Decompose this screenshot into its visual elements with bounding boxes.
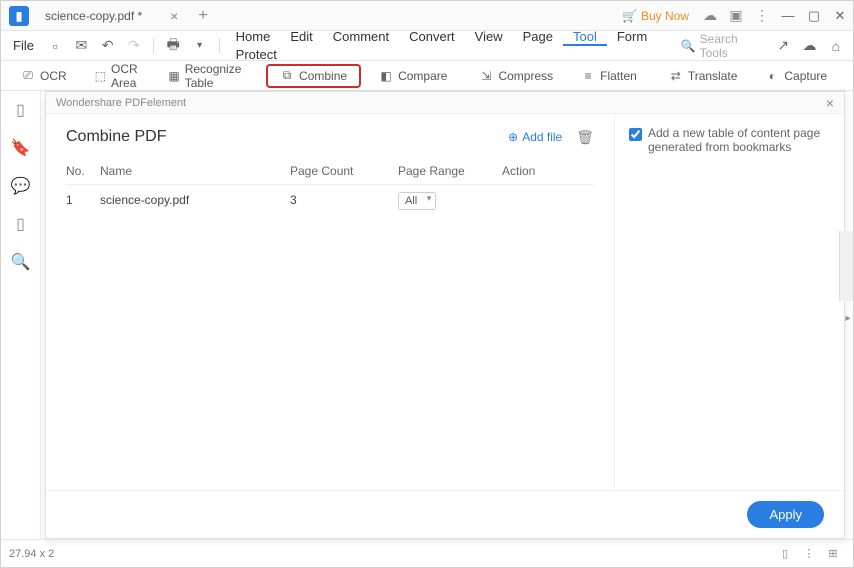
minimize-button[interactable]: — [775, 1, 801, 31]
panel-footer: Apply [46, 490, 844, 538]
toolbar: ⎚OCR ⬚OCR Area ▦Recognize Table ⧉Combine… [1, 61, 853, 91]
menu-tool[interactable]: Tool [563, 29, 607, 46]
workspace: ▯ 🔖 💬 ▯ 🔍 Wondershare PDFelement × Combi… [1, 91, 853, 539]
search-tools[interactable]: 🔍 Search Tools [681, 32, 762, 60]
panel-main: Combine PDF ⊕Add file 🗑 No. Name Page Co… [46, 114, 614, 490]
menu-home[interactable]: Home [226, 29, 281, 44]
print-icon[interactable]: 🖶 [163, 35, 183, 57]
translate-button[interactable]: ⇄Translate [659, 66, 748, 86]
maximize-button[interactable]: ▢ [801, 1, 827, 31]
sidebar: ▯ 🔖 💬 ▯ 🔍 [1, 91, 41, 539]
expand-icon[interactable]: ⌂ [826, 35, 846, 57]
separator [153, 38, 154, 54]
col-action: Action [502, 164, 594, 178]
menu-edit[interactable]: Edit [280, 29, 322, 44]
scrollbar[interactable] [839, 231, 853, 301]
add-tab-icon[interactable]: + [198, 7, 207, 25]
menu-view[interactable]: View [465, 29, 513, 44]
col-page-count: Page Count [290, 164, 398, 178]
menu-form[interactable]: Form [607, 29, 657, 44]
ocr-area-button[interactable]: ⬚OCR Area [85, 59, 151, 93]
flatten-icon: ≡ [581, 69, 595, 83]
ocr-area-icon: ⬚ [95, 69, 106, 83]
panel-header: Wondershare PDFelement × [46, 92, 844, 114]
col-page-range: Page Range [398, 164, 502, 178]
search-placeholder: Search Tools [700, 32, 762, 60]
capture-button[interactable]: ◐Capture [755, 66, 837, 86]
compare-button[interactable]: ◧Compare [369, 66, 457, 86]
combine-button[interactable]: ⧉Combine [266, 64, 361, 88]
cell-page-count: 3 [290, 193, 398, 207]
buy-now-link[interactable]: 🛒Buy Now [622, 9, 689, 23]
titlebar: ▮ science-copy.pdf * × + 🛒Buy Now ☁ ▣ ⋮ … [1, 1, 853, 31]
sync-icon[interactable]: ☁ [701, 7, 719, 25]
mail-icon[interactable]: ✉ [71, 35, 91, 57]
menu-page[interactable]: Page [513, 29, 563, 44]
attachments-icon[interactable]: ▯ [12, 215, 30, 233]
capture-icon: ◐ [765, 69, 779, 83]
thumbnails-icon[interactable]: ▯ [12, 101, 30, 119]
combine-panel: Wondershare PDFelement × Combine PDF ⊕Ad… [45, 91, 845, 539]
cell-no: 1 [66, 193, 100, 207]
share-icon[interactable]: ↗ [773, 35, 793, 57]
kebab-icon[interactable]: ⋮ [753, 7, 771, 25]
cell-name: science-copy.pdf [100, 193, 290, 207]
tab-filename: science-copy.pdf * [45, 9, 142, 23]
col-name: Name [100, 164, 290, 178]
translate-icon: ⇄ [669, 69, 683, 83]
add-file-button[interactable]: ⊕Add file [508, 130, 562, 144]
panel-title: Combine PDF [66, 128, 166, 146]
chevron-down-icon[interactable]: ▾ [189, 35, 209, 57]
cart-icon: 🛒 [622, 9, 637, 23]
comments-icon[interactable]: 💬 [12, 177, 30, 195]
table-row[interactable]: 1 science-copy.pdf 3 All [66, 185, 594, 215]
plus-icon: ⊕ [508, 130, 518, 144]
separator [219, 38, 220, 54]
bookmark-icon[interactable]: 🔖 [12, 139, 30, 157]
menu-comment[interactable]: Comment [323, 29, 399, 44]
cell-action [502, 193, 594, 207]
panel-close-icon[interactable]: × [826, 95, 834, 111]
search-icon: 🔍 [681, 39, 696, 53]
search-side-icon[interactable]: 🔍 [12, 253, 30, 271]
toc-option[interactable]: Add a new table of content page generate… [629, 126, 830, 154]
expand-arrow-icon[interactable]: ▸ [843, 311, 853, 325]
ocr-icon: ⎚ [21, 69, 35, 83]
undo-icon[interactable]: ↶ [98, 35, 118, 57]
batch-button[interactable]: ⊞Ba› [845, 66, 854, 86]
compare-icon: ◧ [379, 69, 393, 83]
compress-icon: ⇲ [479, 69, 493, 83]
page-dimensions: 27.94 x 2 [9, 548, 54, 560]
table-header: No. Name Page Count Page Range Action [66, 158, 594, 185]
recognize-table-button[interactable]: ▦Recognize Table [158, 59, 254, 93]
app-icon: ▮ [9, 6, 29, 26]
menu-convert[interactable]: Convert [399, 29, 465, 44]
menubar: File ▫ ✉ ↶ ↷ 🖶 ▾ HomeEditCommentConvertV… [1, 31, 853, 61]
panel-options: Add a new table of content page generate… [614, 114, 844, 490]
apply-button[interactable]: Apply [747, 501, 824, 528]
notify-icon[interactable]: ▣ [727, 7, 745, 25]
table-icon: ▦ [168, 69, 179, 83]
close-tab-icon[interactable]: × [170, 8, 178, 24]
flatten-button[interactable]: ≡Flatten [571, 66, 647, 86]
redo-icon[interactable]: ↷ [124, 35, 144, 57]
panel-brand: Wondershare PDFelement [56, 97, 186, 109]
trash-icon[interactable]: 🗑 [576, 129, 594, 146]
menu-file[interactable]: File [5, 38, 42, 53]
cloud-icon[interactable]: ☁ [799, 35, 819, 57]
document-tab[interactable]: science-copy.pdf * × [37, 1, 186, 30]
view-grid-icon[interactable]: ⊞ [824, 545, 842, 563]
combine-icon: ⧉ [280, 69, 294, 83]
view-continuous-icon[interactable]: ⋮ [800, 545, 818, 563]
toc-label: Add a new table of content page generate… [648, 126, 830, 154]
compress-button[interactable]: ⇲Compress [469, 66, 563, 86]
save-icon[interactable]: ▫ [45, 35, 65, 57]
page-range-select[interactable]: All [398, 192, 436, 210]
ocr-button[interactable]: ⎚OCR [11, 66, 77, 86]
toc-checkbox[interactable] [629, 128, 642, 141]
col-no: No. [66, 164, 100, 178]
statusbar: 27.94 x 2 ▯ ⋮ ⊞ [1, 539, 853, 567]
view-single-icon[interactable]: ▯ [776, 545, 794, 563]
close-button[interactable]: ✕ [827, 1, 853, 31]
